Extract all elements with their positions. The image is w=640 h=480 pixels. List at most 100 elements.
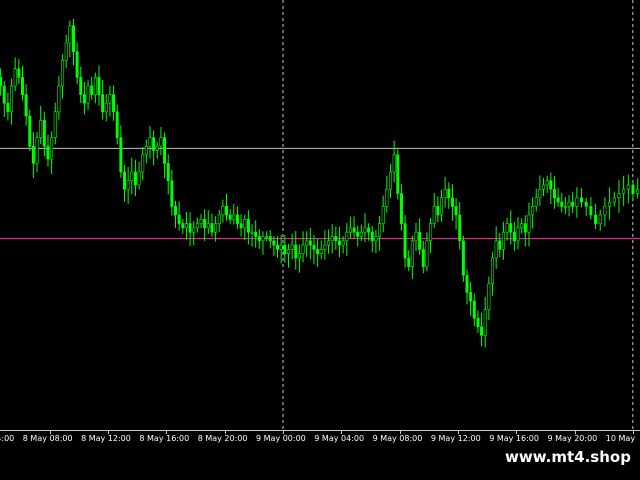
candle-body-48	[174, 206, 178, 216]
candle-body-151	[549, 180, 553, 190]
candle-body-31	[112, 94, 116, 113]
candle-body-111	[403, 223, 407, 259]
candle-body-77	[279, 244, 283, 250]
candle-body-107	[388, 171, 392, 190]
candle-body-80	[290, 244, 294, 250]
candle-body-45	[163, 137, 167, 164]
time-tick-mark	[224, 431, 226, 434]
candle-body-95	[345, 231, 349, 242]
candle-body-51	[184, 223, 188, 229]
candle-body-58	[210, 223, 214, 233]
candle-body-26	[93, 77, 97, 95]
candle-body-159	[580, 197, 584, 203]
candle-body-13	[46, 145, 50, 160]
candle-body-25	[90, 85, 94, 95]
price-chart[interactable]	[0, 0, 640, 430]
candle-body-88	[319, 249, 323, 254]
candle-body-169	[626, 184, 630, 190]
candle-body-96	[348, 227, 352, 233]
time-tick-label: 9 May 16:00	[489, 434, 539, 443]
candle-body-33	[119, 137, 123, 173]
time-tick-label: 8 May 20:00	[197, 434, 248, 443]
time-tick-mark	[341, 431, 343, 434]
candle-body-148	[538, 188, 542, 199]
candle-body-56	[203, 219, 207, 229]
candle-body-57	[206, 223, 210, 229]
candle-body-91	[330, 236, 334, 242]
candle-body-101	[367, 227, 371, 233]
candle-body-52	[188, 223, 192, 233]
candle-body-171	[636, 188, 640, 194]
candle-body-123	[447, 188, 451, 199]
candle-body-34	[122, 171, 126, 190]
candle-body-102	[370, 231, 374, 242]
time-tick-mark	[166, 431, 168, 434]
candle-body-155	[563, 206, 567, 208]
candle-body-168	[622, 188, 626, 194]
candle-body-14	[50, 137, 54, 160]
candle-body-113	[410, 240, 414, 267]
candle-body-60	[217, 214, 221, 224]
candle-body-4	[13, 68, 17, 87]
candle-body-24	[86, 85, 90, 104]
candle-body-112	[407, 257, 411, 267]
candle-body-133	[483, 309, 487, 336]
candle-body-120	[436, 206, 440, 216]
candle-body-84	[305, 240, 309, 246]
candle-body-143	[520, 223, 524, 229]
candle-body-43	[155, 145, 159, 151]
time-tick-label: 9 May 08:00	[372, 434, 423, 443]
candle-body-110	[399, 193, 403, 224]
candle-body-50	[181, 223, 185, 229]
time-tick-mark	[399, 431, 401, 434]
candle-body-135	[491, 257, 495, 285]
time-tick-mark	[632, 431, 634, 434]
candle-body-152	[552, 188, 556, 199]
candle-body-150	[545, 180, 549, 186]
candle-body-79	[286, 249, 290, 254]
candle-body-9	[31, 145, 35, 164]
candle-body-83	[301, 244, 305, 255]
candle-body-41	[148, 137, 152, 147]
time-tick-label: 10 May	[605, 434, 636, 443]
candle-body-131	[476, 317, 480, 328]
candle-body-0	[0, 77, 3, 87]
candle-body-92	[334, 236, 338, 242]
candle-body-138	[501, 231, 505, 250]
time-tick-label: 8 May 16:00	[139, 434, 190, 443]
chart-window[interactable]: 8 May 04:00 8 May 08:00 8 May 12:00 8 May 1…	[0, 0, 640, 480]
candle-body-109	[396, 154, 400, 194]
candle-body-1	[2, 85, 6, 104]
candle-body-68	[246, 219, 250, 233]
candle-body-35	[126, 180, 130, 190]
candle-body-81	[294, 244, 298, 259]
time-tick-label: 8 May 12:00	[81, 434, 131, 443]
candle-body-170	[631, 184, 635, 194]
candle-body-27	[97, 77, 101, 95]
candle-body-121	[440, 197, 444, 216]
candle-body-20	[71, 25, 75, 52]
candle-body-149	[542, 184, 546, 190]
candle-body-10	[35, 137, 39, 164]
candle-body-36	[130, 171, 134, 181]
candle-body-23	[82, 94, 86, 104]
candle-body-71	[257, 236, 261, 242]
candle-body-22	[79, 77, 83, 95]
candle-body-28	[101, 94, 105, 113]
watermark: www.mt4.shop	[496, 445, 640, 472]
candle-body-3	[10, 85, 14, 113]
candle-body-74	[268, 236, 272, 242]
candle-body-154	[560, 201, 564, 207]
candle-body-106	[385, 188, 389, 207]
candle-body-165	[608, 201, 612, 207]
candle-body-6	[20, 77, 24, 95]
candle-body-62	[225, 206, 229, 216]
candle-body-98	[356, 231, 360, 237]
candle-body-119	[432, 206, 436, 224]
candle-body-47	[170, 180, 174, 207]
candle-body-160	[584, 201, 588, 207]
candle-body-166	[612, 197, 616, 203]
candle-body-124	[450, 197, 454, 207]
candle-body-8	[28, 115, 32, 147]
candle-body-78	[283, 244, 287, 255]
